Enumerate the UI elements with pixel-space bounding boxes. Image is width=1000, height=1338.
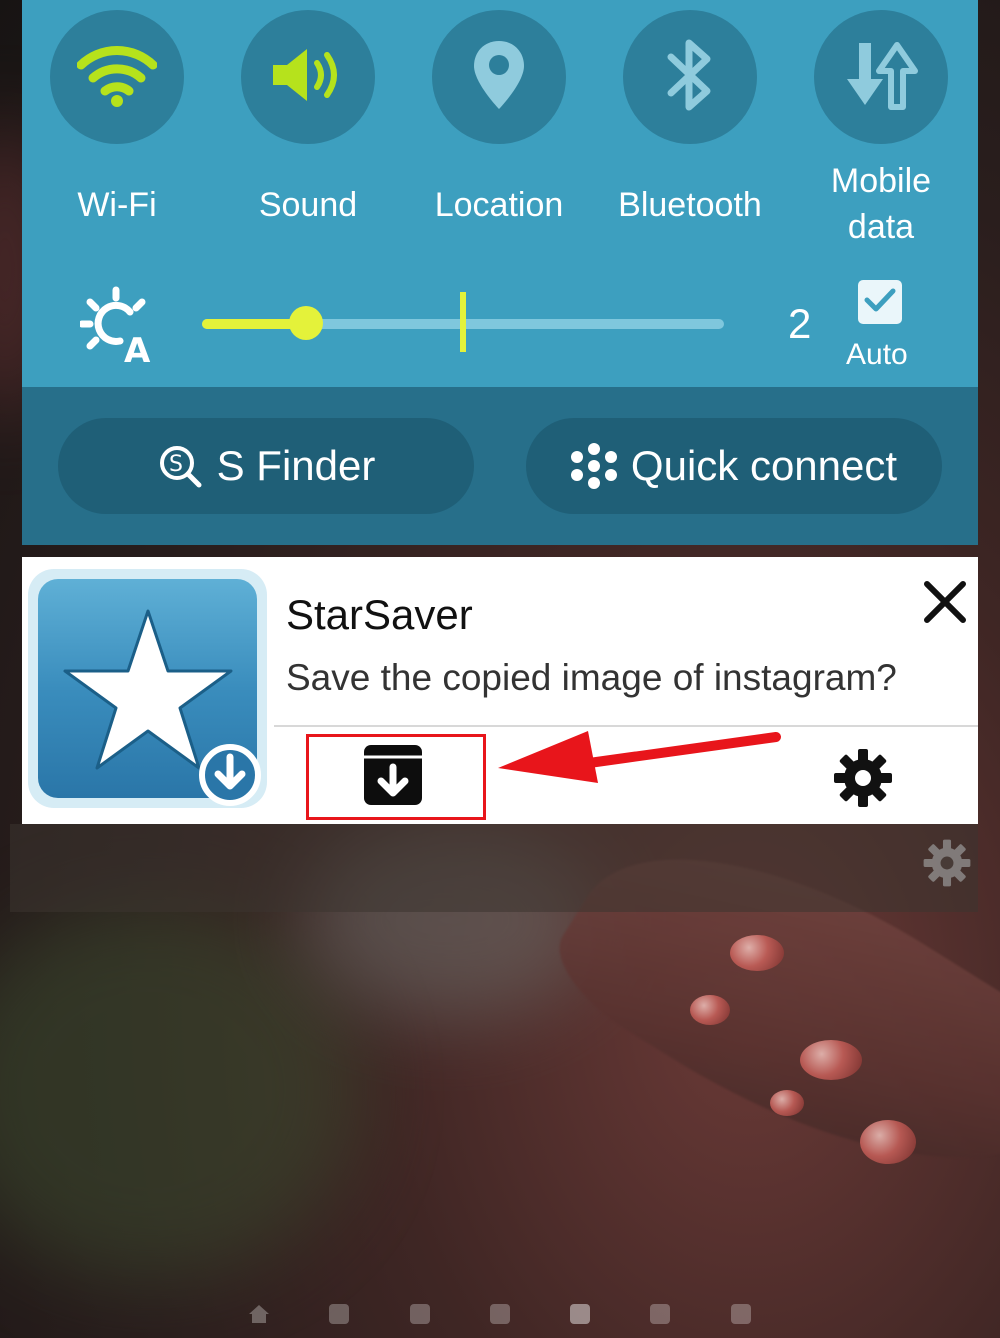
page-dot (650, 1304, 670, 1324)
page-dot (329, 1304, 349, 1324)
toggle-circle (432, 10, 566, 144)
toggle-circle (623, 10, 757, 144)
quick-connect-label: Quick connect (630, 442, 898, 489)
auto-brightness-checkbox[interactable] (858, 280, 902, 324)
toggle-label: Bluetooth (618, 186, 762, 224)
checkmark-icon (864, 287, 896, 318)
page-dot (490, 1304, 510, 1324)
notification-footer (10, 824, 978, 912)
toggle-wifi[interactable]: Wi-Fi (22, 10, 212, 228)
toggle-circle (50, 10, 184, 144)
toggle-label: Location (434, 186, 564, 224)
s-finder-icon: S (157, 443, 203, 489)
auto-brightness-icon[interactable]: A (78, 286, 160, 371)
notification-divider (274, 725, 978, 727)
brightness-value: 2 (788, 300, 812, 347)
wifi-icon (76, 43, 158, 112)
toggle-bluetooth[interactable]: Bluetooth (595, 10, 785, 228)
sound-icon (269, 43, 347, 112)
phone-screen: Wi-Fi Sound Location Bluetooth Mobile da… (0, 0, 1000, 1338)
brightness-row: A 2 Auto (22, 280, 978, 380)
page-dot (410, 1304, 430, 1324)
wallpaper-droplet (770, 1090, 804, 1116)
quick-connect-button[interactable]: Quick connect (526, 418, 942, 514)
starsaver-app-icon (26, 567, 269, 810)
s-finder-button[interactable]: S S Finder (58, 418, 474, 514)
home-page-icon (248, 1304, 269, 1324)
page-dot (731, 1304, 751, 1324)
bluetooth-icon (665, 37, 715, 118)
toggle-label-line: data (847, 208, 915, 246)
toggle-sound[interactable]: Sound (213, 10, 403, 228)
toggle-mobile-data[interactable]: Mobile data (786, 10, 976, 250)
panel-settings-gear-icon[interactable] (922, 838, 972, 888)
quick-settings-panel: Wi-Fi Sound Location Bluetooth Mobile da… (22, 0, 978, 387)
wallpaper-droplet (800, 1040, 862, 1080)
svg-text:A: A (124, 331, 151, 366)
home-page-indicator (0, 1298, 1000, 1328)
toggle-circle (241, 10, 375, 144)
wallpaper-droplet (860, 1120, 916, 1164)
brightness-slider-thumb[interactable] (289, 306, 324, 340)
toggle-label: Wi-Fi (77, 186, 157, 224)
annotation-highlight-box (306, 734, 486, 820)
panel-button-bar: S S Finder Quick connect (22, 387, 978, 545)
brightness-auto-marker (460, 292, 466, 352)
s-finder-label: S Finder (216, 442, 376, 489)
quick-connect-icon (570, 443, 617, 489)
notification-message: Save the copied image of instagram? (286, 657, 897, 698)
mobile-data-icon (841, 39, 921, 116)
toggle-circle (814, 10, 948, 144)
toggle-label: Sound (258, 186, 358, 224)
toggle-location[interactable]: Location (404, 10, 594, 228)
auto-brightness-label: Auto (846, 338, 908, 371)
starsaver-notification[interactable]: StarSaver Save the copied image of insta… (22, 557, 978, 824)
toggle-label-line: Mobile (830, 162, 932, 200)
wallpaper-blur (0, 900, 360, 1280)
wallpaper-droplet (730, 935, 784, 971)
toggle-label: Mobile data (786, 158, 976, 250)
close-icon[interactable] (922, 579, 968, 625)
settings-gear-icon[interactable] (832, 747, 894, 809)
notification-title: StarSaver (286, 591, 473, 638)
location-icon (471, 39, 527, 116)
wallpaper-droplet (690, 995, 730, 1025)
brightness-slider[interactable] (202, 292, 724, 352)
page-dot-active (570, 1304, 590, 1324)
svg-text:S: S (169, 452, 183, 477)
